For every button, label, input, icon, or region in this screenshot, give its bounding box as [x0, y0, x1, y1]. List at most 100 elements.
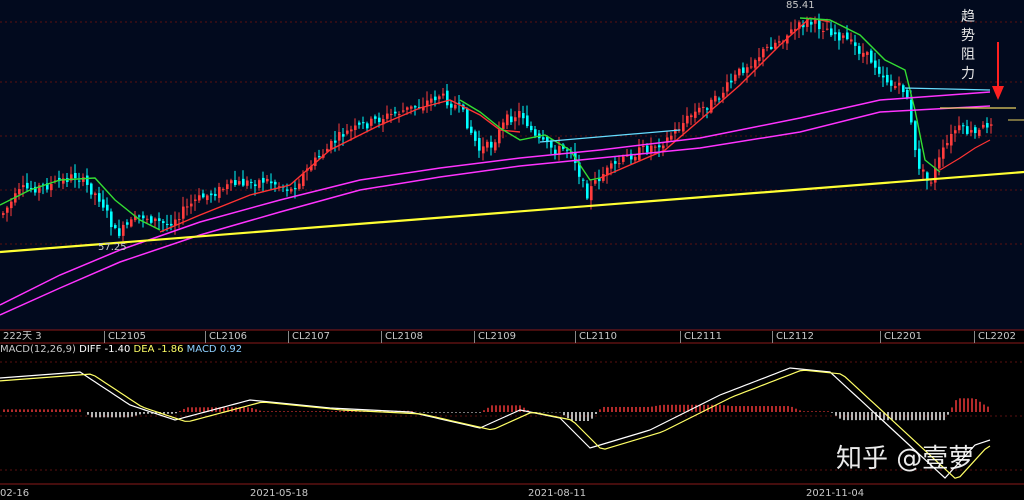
candle-body: [854, 42, 857, 46]
candle-body: [966, 126, 969, 134]
candle-body: [354, 125, 357, 131]
candle-body: [834, 32, 837, 35]
candle-body: [106, 204, 109, 211]
candle-body: [714, 95, 717, 102]
candle-body: [250, 181, 253, 183]
candle-body: [494, 142, 497, 151]
candle-body: [862, 52, 865, 57]
candle-body: [846, 32, 849, 40]
candle-body: [290, 188, 293, 192]
diff-label: DIFF: [79, 344, 102, 355]
candle-body: [194, 199, 197, 201]
candle-body: [850, 39, 853, 42]
candle-body: [246, 180, 249, 186]
candle-body: [682, 123, 685, 132]
candle-body: [130, 219, 133, 227]
candle-body: [190, 203, 193, 207]
candle-body: [622, 156, 625, 162]
candle-body: [362, 122, 365, 124]
candle-body: [502, 122, 505, 129]
candle-body: [958, 125, 961, 131]
candle-body: [746, 67, 749, 73]
candle-body: [286, 189, 289, 191]
candle-body: [974, 127, 977, 134]
candle-body: [838, 32, 841, 41]
candle-body: [830, 28, 833, 36]
candle-body: [790, 29, 793, 34]
candle-body: [718, 98, 721, 100]
candle-body: [74, 172, 77, 179]
candle-body: [6, 207, 9, 213]
candle-body: [342, 134, 345, 137]
candle-body: [150, 216, 153, 223]
candle-body: [178, 219, 181, 221]
candle-body: [914, 121, 917, 151]
candle-body: [658, 145, 661, 148]
candle-body: [166, 223, 169, 225]
candle-body: [870, 50, 873, 63]
candle-body: [490, 141, 493, 148]
candle-body: [334, 140, 337, 143]
candle-body: [406, 107, 409, 110]
candle-body: [22, 185, 25, 188]
candle-body: [906, 89, 909, 98]
candle-body: [822, 30, 825, 32]
candle-body: [318, 156, 321, 158]
candle-body: [378, 117, 381, 123]
candle-body: [218, 186, 221, 198]
diff-value: -1.40: [104, 344, 131, 355]
candle-body: [750, 66, 753, 68]
candle-body: [946, 143, 949, 146]
candle-body: [654, 146, 657, 148]
candle-body: [238, 181, 241, 185]
candle-body: [78, 180, 81, 182]
candle-body: [198, 195, 201, 201]
contract-label: CL2110: [575, 331, 617, 343]
candle-body: [646, 145, 649, 153]
candle-body: [26, 182, 29, 189]
candle-body: [942, 147, 945, 159]
candle-body: [138, 215, 141, 217]
candle-body: [934, 167, 937, 183]
candle-body: [990, 124, 993, 126]
candle-body: [498, 129, 501, 144]
trend-resistance-note: 趋势阻力: [961, 9, 975, 82]
candle-body: [518, 111, 521, 118]
candle-body: [618, 163, 621, 165]
candle-body: [954, 130, 957, 134]
candle-body: [358, 122, 361, 125]
candle-body: [242, 178, 245, 186]
candle-body: [566, 149, 569, 151]
candle-body: [758, 57, 761, 62]
candle-body: [686, 115, 689, 124]
candle-body: [430, 98, 433, 103]
candle-body: [298, 183, 301, 189]
candle-body: [294, 188, 297, 190]
candle-body: [554, 149, 557, 155]
candle-body: [642, 146, 645, 148]
candle-body: [154, 218, 157, 221]
candle-body: [258, 180, 261, 188]
price-and-macd-chart: [0, 0, 1024, 485]
candle-body: [438, 96, 441, 100]
candle-body: [526, 115, 529, 127]
candle-body: [170, 223, 173, 226]
candle-body: [810, 21, 813, 25]
candle-body: [230, 180, 233, 184]
candle-body: [902, 85, 905, 93]
candle-body: [262, 177, 265, 183]
candle-body: [818, 19, 821, 30]
candle-body: [842, 35, 845, 38]
chart-window: 222天 3 CL2105 CL2106 CL2107 CL2108 CL210…: [0, 0, 1024, 500]
candle-body: [142, 215, 145, 219]
candle-body: [18, 189, 21, 195]
candle-body: [922, 169, 925, 172]
candle-body: [162, 221, 165, 224]
candle-body: [522, 113, 525, 119]
candle-body: [970, 130, 973, 133]
candle-body: [894, 85, 897, 89]
candle-body: [346, 130, 349, 134]
candle-body: [690, 115, 693, 118]
candle-body: [594, 180, 597, 184]
candle-body: [266, 178, 269, 182]
